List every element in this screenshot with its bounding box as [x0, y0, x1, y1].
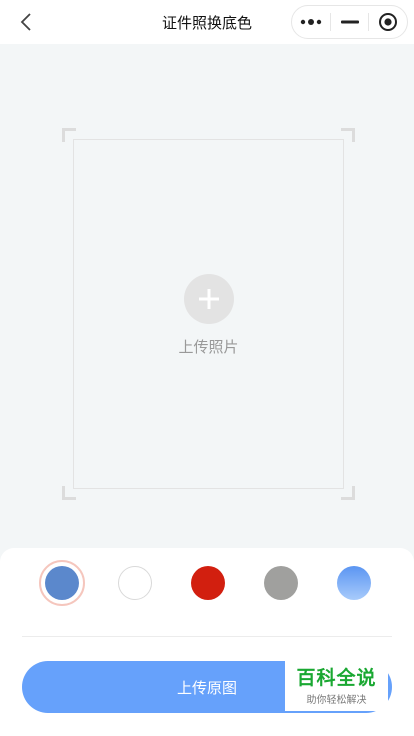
panel-divider [22, 636, 392, 637]
color-swatches [0, 560, 414, 606]
upload-original-label: 上传原图 [176, 678, 237, 697]
bottom-panel: 上传原图 百科全说 助你轻松解决 [0, 548, 414, 736]
target-close-icon [379, 13, 398, 31]
swatch-white-dot [118, 566, 152, 600]
minimize-icon [340, 20, 359, 24]
swatch-white[interactable] [112, 560, 158, 606]
swatch-blue-dot [45, 566, 79, 600]
swatch-red[interactable] [185, 560, 231, 606]
swatch-gray-dot [264, 566, 298, 600]
minimize-button[interactable] [331, 6, 369, 38]
mini-program-capsule [291, 5, 408, 39]
close-button[interactable] [369, 6, 407, 38]
watermark-logo: 百科全说 助你轻松解决 [285, 657, 388, 711]
more-button[interactable] [292, 6, 330, 38]
swatch-gradient-blue-dot [337, 566, 371, 600]
swatch-blue[interactable] [39, 560, 85, 606]
watermark-title: 百科全说 [296, 667, 377, 689]
more-dots-icon [300, 19, 322, 25]
upload-photo-label: 上传照片 [178, 338, 239, 356]
swatch-red-dot [191, 566, 225, 600]
plus-button[interactable] [183, 274, 234, 324]
watermark-subtitle: 助你轻松解决 [306, 695, 367, 706]
upload-photo-button[interactable]: 上传照片 [62, 274, 355, 357]
swatch-gradient-blue[interactable] [331, 560, 377, 606]
header-bar: 证件照换底色 [0, 0, 414, 44]
swatch-gray[interactable] [258, 560, 304, 606]
plus-icon [198, 289, 219, 309]
photo-frame[interactable]: 上传照片 [62, 128, 355, 500]
